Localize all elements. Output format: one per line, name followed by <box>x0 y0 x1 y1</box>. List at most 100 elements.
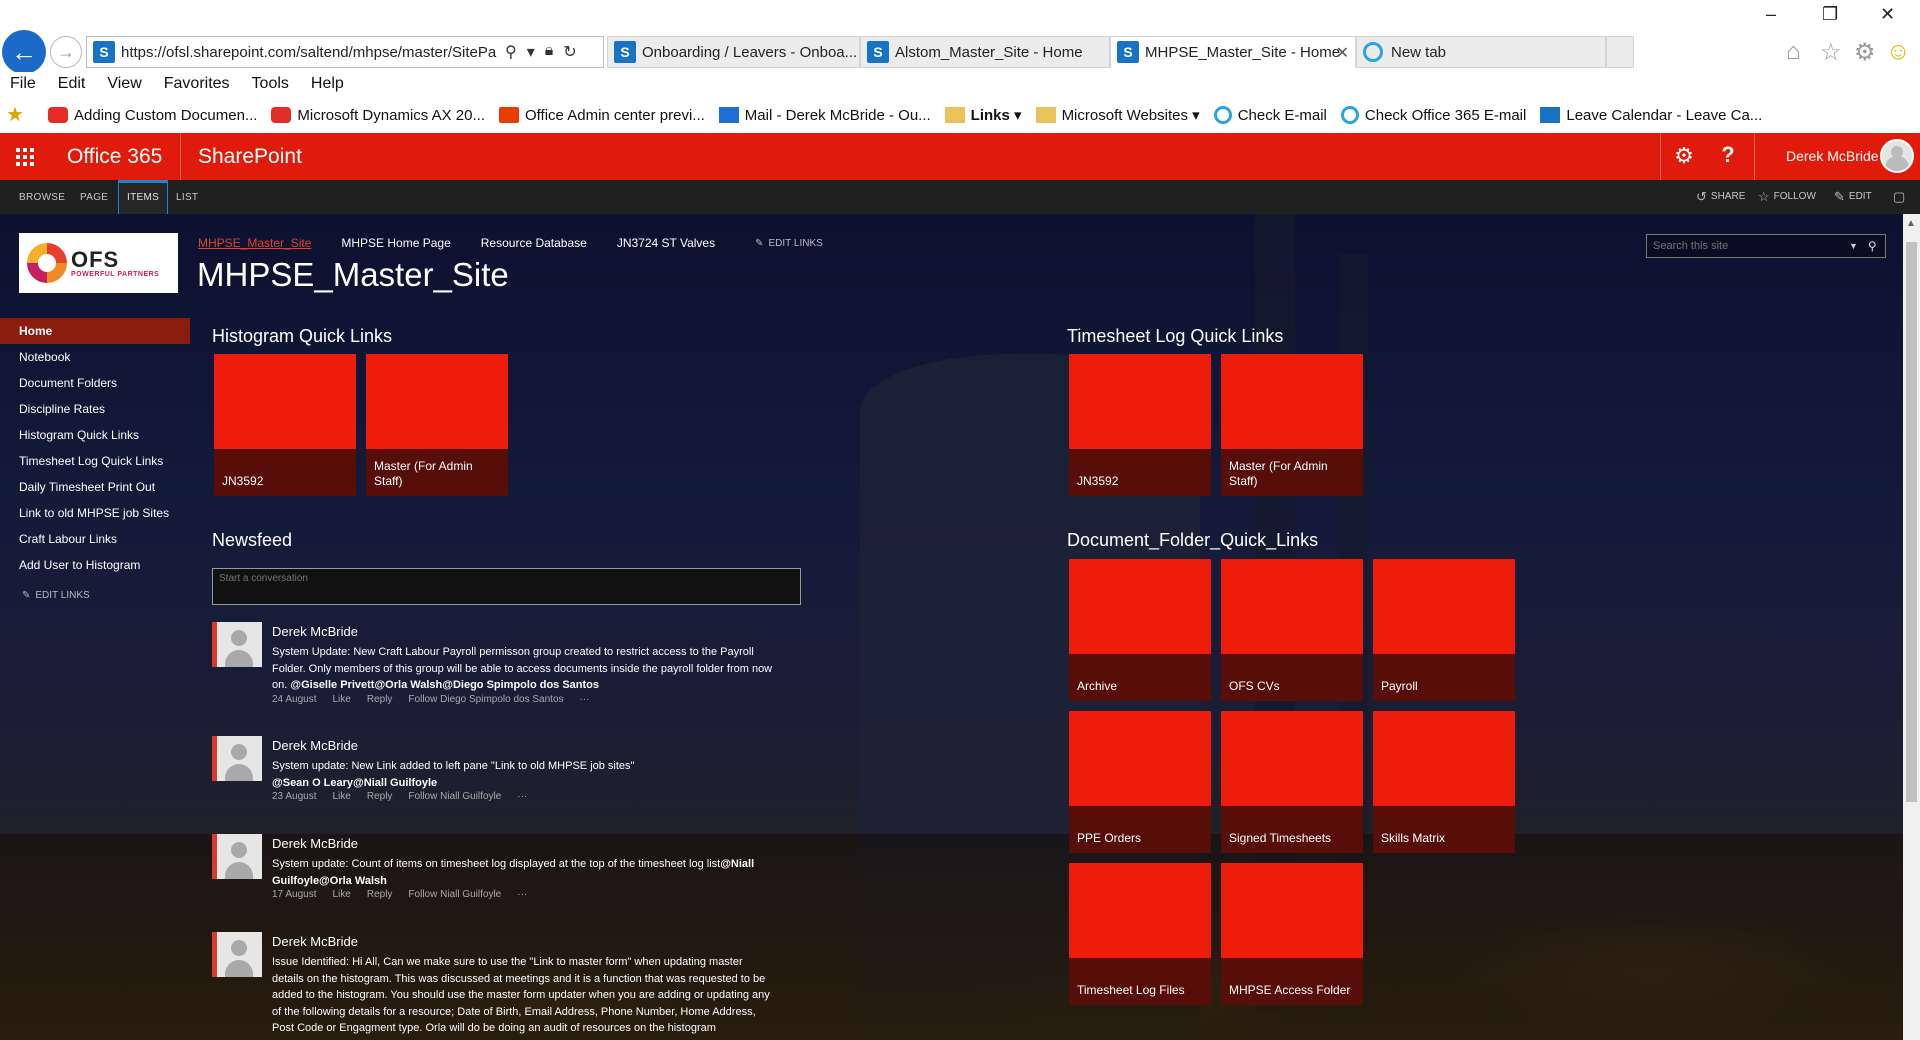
post-author[interactable]: Derek McBride <box>272 738 358 753</box>
menu-tools[interactable]: Tools <box>252 75 289 93</box>
avatar[interactable] <box>212 736 262 781</box>
promoted-link-tile[interactable]: MHPSE Access Folder <box>1221 863 1363 1005</box>
app-launcher-icon[interactable] <box>0 133 48 180</box>
sidebar-item-discipline-rates[interactable]: Discipline Rates <box>0 396 190 422</box>
edit-button[interactable]: ✎ EDIT <box>1834 180 1872 214</box>
more-icon[interactable]: ··· <box>580 694 590 705</box>
follow-link[interactable]: Follow Niall Guilfoyle <box>408 791 501 802</box>
edit-links-button[interactable]: ✎ EDIT LINKS <box>0 590 190 601</box>
promoted-link-tile[interactable]: Signed Timesheets <box>1221 711 1363 853</box>
gear-icon[interactable]: ⚙ <box>1854 38 1876 67</box>
back-arrow-icon[interactable]: ← <box>2 30 46 74</box>
search-icon[interactable]: ⚲ <box>505 42 517 62</box>
post-author[interactable]: Derek McBride <box>272 836 358 851</box>
promoted-link-tile[interactable]: Payroll <box>1373 559 1515 701</box>
favorite-link[interactable]: Check E-mail <box>1213 106 1327 124</box>
avatar[interactable] <box>212 834 262 879</box>
share-button[interactable]: ↺ SHARE <box>1696 180 1745 214</box>
browser-tab[interactable]: New tab <box>1356 36 1606 68</box>
topnav-item-jn3724[interactable]: JN3724 ST Valves <box>617 236 715 250</box>
promoted-link-tile[interactable]: Skills Matrix <box>1373 711 1515 853</box>
promoted-link-tile[interactable]: JN3592 <box>1069 354 1211 496</box>
help-icon[interactable]: ? <box>1712 142 1744 170</box>
tab-items[interactable]: ITEMS <box>118 180 169 214</box>
tab-list[interactable]: LIST <box>176 180 198 214</box>
promoted-link-tile[interactable]: JN3592 <box>214 354 356 496</box>
lock-icon[interactable]: 🔒︎ <box>545 42 554 62</box>
topnav-item-master-site[interactable]: MHPSE_Master_Site <box>198 236 311 250</box>
sidebar-item-old-job-sites[interactable]: Link to old MHPSE job Sites <box>0 500 190 526</box>
topnav-item-resource-database[interactable]: Resource Database <box>481 236 587 250</box>
browser-tab[interactable]: S Onboarding / Leavers - Onboa... <box>607 36 860 68</box>
chevron-down-icon[interactable]: ▾ <box>527 42 535 62</box>
promoted-link-tile[interactable]: Archive <box>1069 559 1211 701</box>
like-link[interactable]: Like <box>332 694 350 705</box>
reply-link[interactable]: Reply <box>367 694 393 705</box>
promoted-link-tile[interactable]: PPE Orders <box>1069 711 1211 853</box>
sidebar-item-notebook[interactable]: Notebook <box>0 344 190 370</box>
refresh-icon[interactable]: ↻ <box>563 42 576 62</box>
office365-link[interactable]: Office 365 <box>67 145 162 169</box>
post-author[interactable]: Derek McBride <box>272 934 358 949</box>
site-search[interactable]: ▼ ⚲ <box>1646 234 1886 258</box>
more-icon[interactable]: ··· <box>517 889 527 900</box>
settings-gear-icon[interactable]: ⚙ <box>1668 143 1700 171</box>
browser-tab-active[interactable]: S MHPSE_Master_Site - Home ✕ <box>1110 36 1356 68</box>
reply-link[interactable]: Reply <box>367 889 393 900</box>
site-logo[interactable]: OFS POWERFUL PARTNERS <box>19 233 178 293</box>
avatar[interactable] <box>212 932 262 977</box>
favorite-folder-microsoft[interactable]: Microsoft Websites ▾ <box>1035 106 1200 124</box>
sharepoint-link[interactable]: SharePoint <box>198 145 302 169</box>
forward-arrow-icon[interactable]: → <box>50 36 82 68</box>
scroll-up-icon[interactable]: ▲ <box>1906 218 1916 229</box>
favorite-link[interactable]: Check Office 365 E-mail <box>1340 106 1526 124</box>
follow-button[interactable]: ☆ FOLLOW <box>1758 180 1816 214</box>
favorites-star-icon[interactable]: ★ <box>6 104 28 126</box>
avatar[interactable] <box>212 622 262 667</box>
favorite-link[interactable]: Adding Custom Documen... <box>48 107 257 124</box>
favorite-folder-links[interactable]: Links ▾ <box>944 106 1022 124</box>
favorite-link[interactable]: Mail - Derek McBride - Ou... <box>718 107 931 124</box>
promoted-link-tile[interactable]: Timesheet Log Files <box>1069 863 1211 1005</box>
promoted-link-tile[interactable]: Master (For Admin Staff) <box>1221 354 1363 496</box>
sidebar-item-home[interactable]: Home <box>0 318 190 344</box>
menu-view[interactable]: View <box>107 75 141 93</box>
scrollbar-thumb[interactable] <box>1906 242 1917 802</box>
restore-icon[interactable]: ❐ <box>1822 4 1838 25</box>
close-window-icon[interactable]: ✕ <box>1880 4 1895 25</box>
address-bar[interactable]: S https://ofsl.sharepoint.com/saltend/mh… <box>86 36 604 68</box>
avatar[interactable] <box>1880 139 1914 173</box>
post-author[interactable]: Derek McBride <box>272 624 358 639</box>
favorites-star-icon[interactable]: ☆ <box>1820 38 1842 67</box>
like-link[interactable]: Like <box>332 791 350 802</box>
home-icon[interactable]: ⌂ <box>1786 38 1801 66</box>
like-link[interactable]: Like <box>332 889 350 900</box>
topnav-item-home-page[interactable]: MHPSE Home Page <box>341 236 450 250</box>
smiley-icon[interactable]: ☺ <box>1886 38 1911 66</box>
search-input[interactable] <box>1653 240 1847 252</box>
minimize-icon[interactable]: – <box>1766 4 1776 25</box>
menu-favorites[interactable]: Favorites <box>164 75 230 93</box>
more-icon[interactable]: ··· <box>517 791 527 802</box>
chevron-down-icon[interactable]: ▼ <box>1849 241 1858 251</box>
sidebar-item-histogram-quick-links[interactable]: Histogram Quick Links <box>0 422 190 448</box>
favorite-link[interactable]: Leave Calendar - Leave Ca... <box>1540 107 1762 124</box>
browser-tab[interactable]: S Alstom_Master_Site - Home <box>860 36 1110 68</box>
sidebar-item-timesheet-log-quick-links[interactable]: Timesheet Log Quick Links <box>0 448 190 474</box>
menu-edit[interactable]: Edit <box>58 75 86 93</box>
edit-links-button[interactable]: ✎ EDIT LINKS <box>755 237 823 250</box>
post-mentions[interactable]: @Giselle Privett@Orla Walsh@Diego Spimpo… <box>290 679 599 691</box>
start-conversation-input[interactable] <box>212 568 801 605</box>
follow-link[interactable]: Follow Diego Spimpolo dos Santos <box>408 694 563 705</box>
tab-page[interactable]: PAGE <box>80 180 108 214</box>
favorite-link[interactable]: Office Admin center previ... <box>498 107 705 124</box>
new-tab-button[interactable] <box>1606 36 1634 68</box>
close-icon[interactable]: ✕ <box>1336 43 1349 63</box>
focus-on-content-icon[interactable]: ▢ <box>1893 180 1905 214</box>
user-name[interactable]: Derek McBride <box>1786 148 1879 164</box>
page-scrollbar[interactable]: ▲ <box>1903 214 1920 1040</box>
promoted-link-tile[interactable]: Master (For Admin Staff) <box>366 354 508 496</box>
sidebar-item-document-folders[interactable]: Document Folders <box>0 370 190 396</box>
menu-help[interactable]: Help <box>311 75 344 93</box>
search-icon[interactable]: ⚲ <box>1868 239 1877 253</box>
